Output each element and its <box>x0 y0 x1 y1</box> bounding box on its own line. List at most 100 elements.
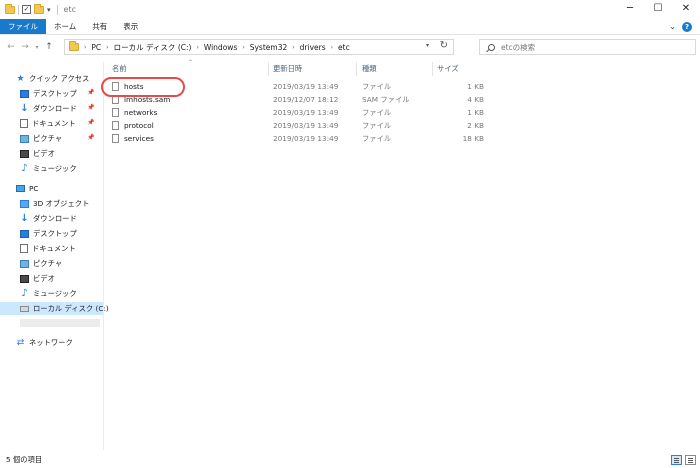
window-controls: ─ ☐ ✕ <box>616 0 700 19</box>
title-bar: ✓ ▾ etc ─ ☐ ✕ <box>0 0 700 19</box>
back-button[interactable]: ← <box>4 42 18 52</box>
drive-icon <box>20 305 29 312</box>
customize-toolbar-icon[interactable]: ▾ <box>47 6 51 14</box>
column-header-type[interactable]: 種類 <box>362 64 377 74</box>
tab-home[interactable]: ホーム <box>46 19 84 34</box>
column-header-size[interactable]: サイズ <box>437 64 459 74</box>
column-header-name[interactable]: 名前 <box>112 64 127 74</box>
folder-icon <box>5 3 15 14</box>
nav-pc-3d-objects[interactable]: 3D オブジェクト <box>20 197 89 210</box>
nav-quick-documents[interactable]: ドキュメント <box>20 117 76 130</box>
recent-locations-icon[interactable]: ▾ <box>32 44 42 51</box>
quick-access-toolbar: ✓ ▾ <box>0 3 51 15</box>
item-count: 5 個の項目 <box>6 455 43 464</box>
nav-pc-local-disk[interactable]: ローカル ディスク (C:) <box>0 302 109 315</box>
video-icon <box>20 149 29 158</box>
nav-pc-music[interactable]: ♪ ミュージック <box>20 287 76 300</box>
computer-icon <box>16 185 25 192</box>
breadcrumb-drivers[interactable]: drivers <box>300 43 326 52</box>
desktop-icon <box>20 89 29 98</box>
status-bar: 5 個の項目 <box>0 452 700 468</box>
nav-pc[interactable]: PC <box>16 182 39 195</box>
help-icon[interactable]: ? <box>682 21 692 32</box>
nav-pc-desktop[interactable]: デスクトップ <box>20 227 77 240</box>
tab-file[interactable]: ファイル <box>0 19 46 34</box>
nav-pc-videos[interactable]: ビデオ <box>20 272 55 285</box>
refresh-icon[interactable]: ↻ <box>440 40 448 51</box>
tab-view[interactable]: 表示 <box>115 19 146 34</box>
pin-icon[interactable]: 📌 <box>87 104 94 111</box>
music-icon: ♪ <box>21 287 28 299</box>
breadcrumb-etc[interactable]: etc <box>338 43 350 52</box>
file-icon <box>112 121 119 130</box>
properties-icon[interactable]: ✓ <box>22 5 31 14</box>
details-view-icon[interactable] <box>671 455 682 465</box>
toolbar-divider <box>18 4 19 15</box>
file-row[interactable]: services 2019/03/19 13:49 ファイル 18 KB <box>104 132 484 145</box>
pictures-icon <box>20 259 29 268</box>
file-row[interactable]: networks 2019/03/19 13:49 ファイル 1 KB <box>104 106 484 119</box>
large-icons-view-icon[interactable] <box>685 455 696 465</box>
desktop-icon <box>20 229 29 238</box>
forward-button[interactable]: → <box>18 42 32 52</box>
chevron-right-icon[interactable]: › <box>331 44 333 51</box>
breadcrumb-pc[interactable]: PC <box>91 43 101 52</box>
nav-quick-videos[interactable]: ビデオ <box>20 147 55 160</box>
nav-quick-music[interactable]: ♪ ミュージック <box>20 162 76 175</box>
minimize-button[interactable]: ─ <box>616 0 644 19</box>
window-title: etc <box>63 5 76 14</box>
column-resize-handle[interactable] <box>356 62 357 76</box>
folder-icon <box>69 41 79 51</box>
pictures-icon <box>20 134 29 143</box>
maximize-button[interactable]: ☐ <box>644 0 672 19</box>
chevron-right-icon[interactable]: › <box>84 44 86 51</box>
ribbon-tabs: ファイル ホーム 共有 表示 ⌄ ? <box>0 19 700 35</box>
chevron-right-icon[interactable]: › <box>242 44 244 51</box>
breadcrumb-system32[interactable]: System32 <box>250 43 288 52</box>
pin-icon[interactable]: 📌 <box>87 119 94 126</box>
ribbon-controls: ⌄ ? <box>669 19 700 34</box>
music-icon: ♪ <box>21 162 28 174</box>
breadcrumb-local-disk[interactable]: ローカル ディスク (C:) <box>114 42 192 53</box>
column-resize-handle[interactable] <box>268 62 269 76</box>
nav-quick-downloads[interactable]: ↓ ダウンロード <box>20 102 76 115</box>
document-icon <box>20 119 28 128</box>
redacted-item <box>20 319 100 327</box>
pin-icon[interactable]: 📌 <box>87 134 94 141</box>
up-button[interactable]: ↑ <box>42 42 56 52</box>
nav-quick-access[interactable]: ★ クイック アクセス <box>16 72 89 85</box>
nav-quick-desktop[interactable]: デスクトップ <box>20 87 77 100</box>
navigation-pane: ★ クイック アクセス デスクトップ 📌 ↓ ダウンロード 📌 ドキュメント 📌… <box>0 62 109 450</box>
tab-share[interactable]: 共有 <box>84 19 115 34</box>
nav-pc-pictures[interactable]: ピクチャ <box>20 257 62 270</box>
nav-pc-downloads[interactable]: ↓ ダウンロード <box>20 212 76 225</box>
file-row[interactable]: protocol 2019/03/19 13:49 ファイル 2 KB <box>104 119 484 132</box>
search-placeholder: etcの検索 <box>501 42 536 52</box>
address-bar[interactable]: › PC › ローカル ディスク (C:) › Windows › System… <box>64 39 454 55</box>
chevron-right-icon[interactable]: › <box>292 44 294 51</box>
title-divider <box>56 4 58 15</box>
breadcrumb-windows[interactable]: Windows <box>204 43 237 52</box>
navigation-bar: ← → ▾ ↑ › PC › ローカル ディスク (C:) › Windows … <box>0 36 700 58</box>
video-icon <box>20 274 29 283</box>
nav-pc-documents[interactable]: ドキュメント <box>20 242 76 255</box>
chevron-down-icon[interactable]: ▾ <box>426 42 429 49</box>
pin-icon[interactable]: 📌 <box>87 89 94 96</box>
sort-indicator-icon: ⌃ <box>188 59 194 66</box>
column-headers: ⌃ 名前 更新日時 種類 サイズ <box>104 59 484 76</box>
column-header-date[interactable]: 更新日時 <box>273 64 302 74</box>
expand-ribbon-icon[interactable]: ⌄ <box>669 22 676 31</box>
close-button[interactable]: ✕ <box>672 0 700 19</box>
chevron-right-icon[interactable]: › <box>106 44 108 51</box>
chevron-right-icon[interactable]: › <box>196 44 198 51</box>
search-icon <box>488 43 495 51</box>
search-input[interactable]: etcの検索 <box>479 39 696 55</box>
nav-quick-pictures[interactable]: ピクチャ <box>20 132 62 145</box>
new-folder-icon[interactable] <box>34 3 44 14</box>
download-icon: ↓ <box>20 102 29 114</box>
nav-network[interactable]: ⇄ ネットワーク <box>16 336 73 349</box>
download-icon: ↓ <box>20 212 29 224</box>
hosts-highlight-annotation <box>101 77 185 97</box>
document-icon <box>20 244 28 253</box>
column-resize-handle[interactable] <box>432 62 433 76</box>
